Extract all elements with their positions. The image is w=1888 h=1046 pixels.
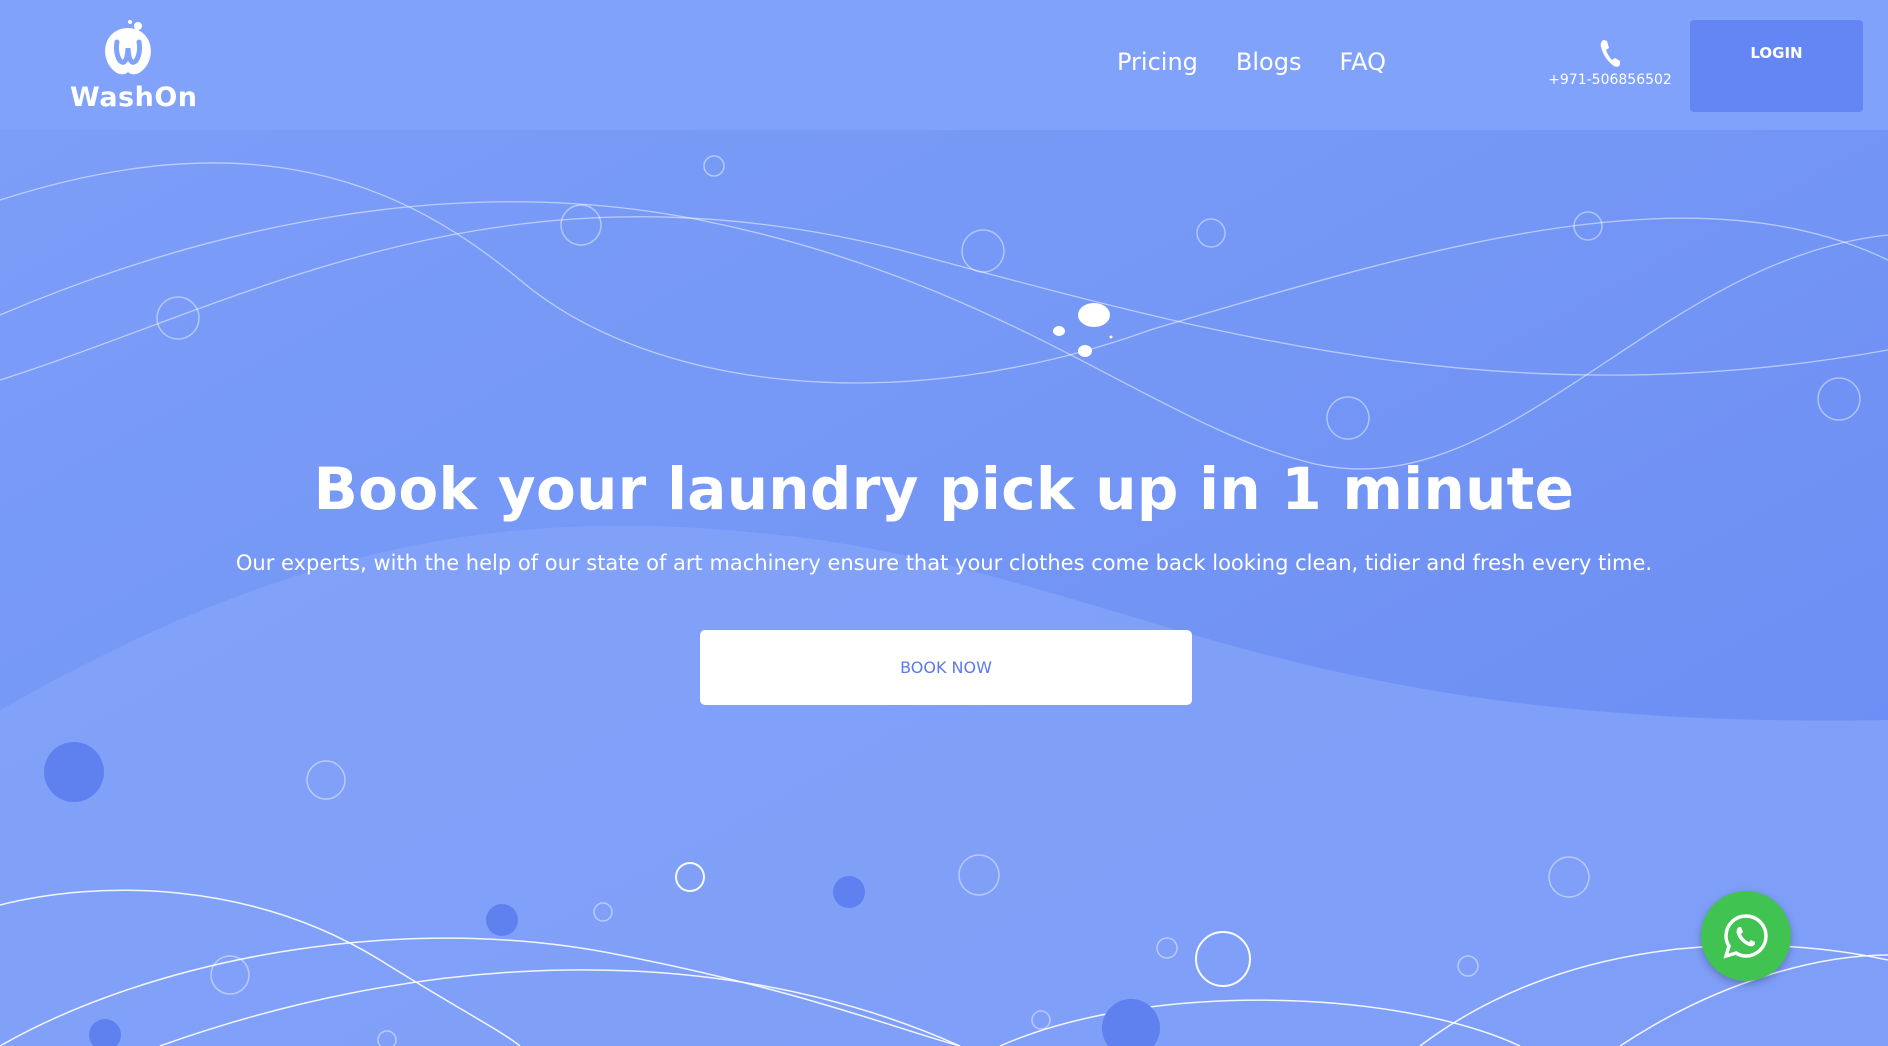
phone-contact[interactable]: +971-506856502 xyxy=(1548,38,1672,88)
nav-link-faq[interactable]: FAQ xyxy=(1339,48,1386,76)
site-header: WashOn Pricing Blogs FAQ +971-506856502 … xyxy=(0,0,1888,130)
washon-logo-icon xyxy=(105,20,151,75)
phone-icon xyxy=(1600,40,1620,67)
hero-title: Book your laundry pick up in 1 minute xyxy=(313,455,1575,523)
washon-logo[interactable]: WashOn xyxy=(70,20,200,120)
whatsapp-button[interactable] xyxy=(1701,891,1791,981)
main-nav: Pricing Blogs FAQ xyxy=(1117,48,1386,76)
nav-link-blogs[interactable]: Blogs xyxy=(1236,48,1302,76)
brand-name: WashOn xyxy=(70,82,198,113)
hero-subtitle: Our experts, with the help of our state … xyxy=(235,551,1653,575)
phone-number: +971-506856502 xyxy=(1548,72,1672,88)
book-now-button[interactable]: BOOK NOW xyxy=(700,630,1192,705)
whatsapp-icon xyxy=(1723,914,1768,959)
login-button[interactable]: LOGIN xyxy=(1690,20,1863,112)
nav-link-pricing[interactable]: Pricing xyxy=(1117,48,1198,76)
background-decoration xyxy=(0,0,1888,1046)
